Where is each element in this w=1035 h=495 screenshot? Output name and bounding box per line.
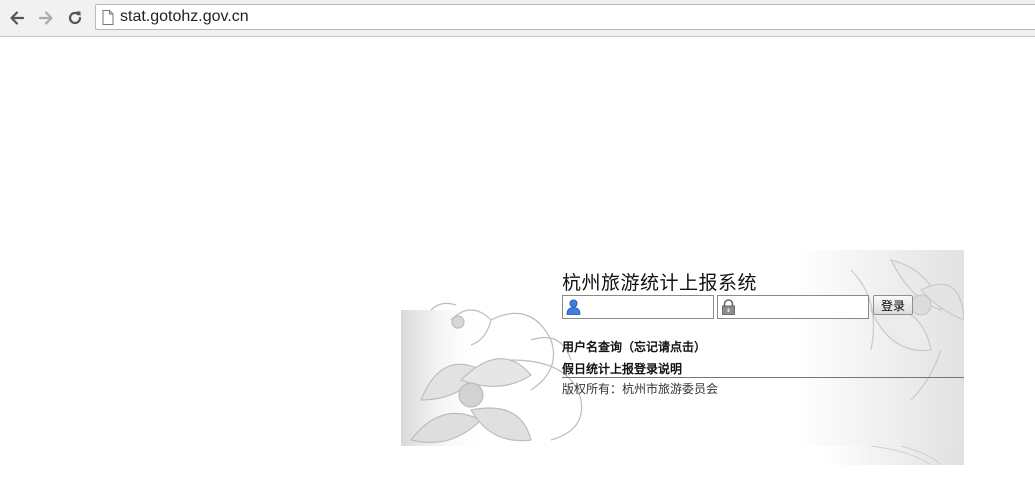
browser-toolbar: stat.gotohz.gov.cn [0,0,1035,37]
page-icon [102,10,114,25]
login-button[interactable]: 登录 [873,295,913,315]
username-input[interactable] [585,298,709,316]
password-field[interactable] [717,295,869,319]
login-panel: 杭州旅游统计上报系统 登录 用户名查询（忘记请点击） 假日统计上报登录说明 版权… [401,250,964,446]
forward-icon [38,11,53,25]
back-icon [10,11,25,25]
address-bar[interactable]: stat.gotohz.gov.cn [95,4,1035,30]
username-field[interactable] [562,295,714,319]
copyright-text: 版权所有：杭州市旅游委员会 [562,382,719,396]
lock-icon [722,299,735,315]
holiday-login-guide-link[interactable]: 假日统计上报登录说明 [562,360,682,377]
divider [562,377,964,378]
forward-button[interactable] [35,7,57,29]
user-icon [566,299,581,315]
reload-icon [68,11,82,25]
reload-button[interactable] [64,7,86,29]
bottom-decoration [401,446,964,465]
password-input[interactable] [740,298,864,316]
system-title: 杭州旅游统计上报系统 [562,272,758,294]
username-lookup-link[interactable]: 用户名查询（忘记请点击） [562,338,706,355]
back-button[interactable] [6,7,28,29]
url-text[interactable]: stat.gotohz.gov.cn [120,8,249,26]
